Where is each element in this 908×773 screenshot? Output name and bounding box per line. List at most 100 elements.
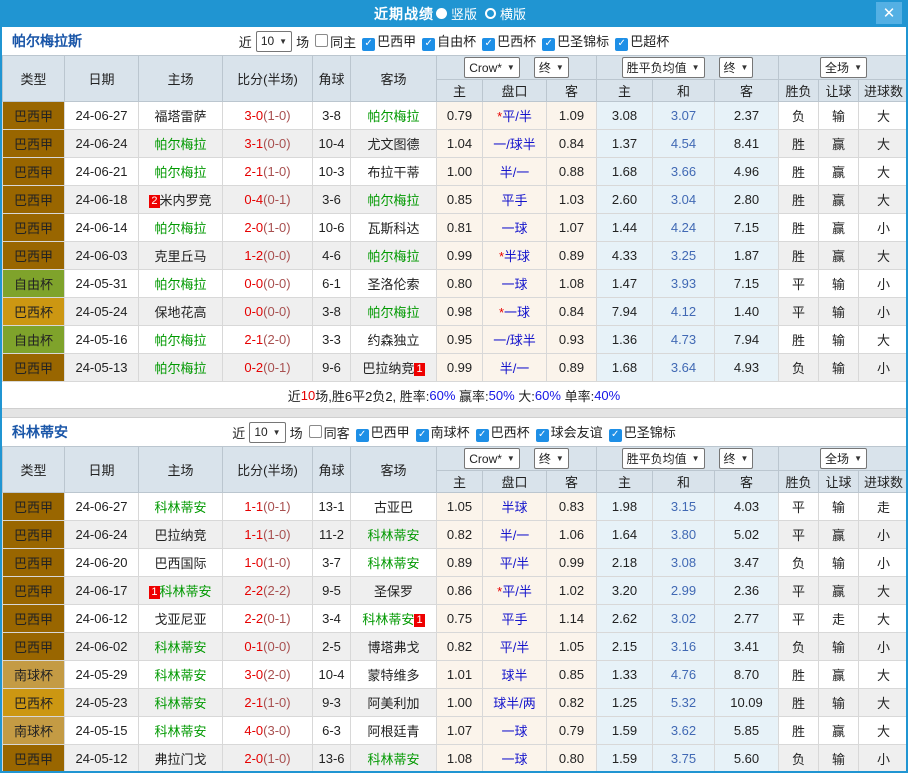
odds-away: 0.83 bbox=[547, 493, 597, 521]
league-badge: 巴西甲 bbox=[3, 242, 65, 270]
scope-select[interactable]: 全场▼ bbox=[820, 448, 867, 469]
handicap-value: 一球 bbox=[501, 221, 527, 236]
home-team: 福塔雷萨 bbox=[139, 102, 223, 130]
home-team: 1科林蒂安 bbox=[139, 577, 223, 605]
corner-count: 3-7 bbox=[313, 549, 351, 577]
match-date: 24-05-24 bbox=[65, 298, 139, 326]
fulltime-score: 2-0 bbox=[244, 751, 263, 766]
table-row: 巴西甲24-06-03克里丘马1-2(0-0)4-6帕尔梅拉0.99*半球0.8… bbox=[3, 242, 908, 270]
score: 2-2(0-1) bbox=[223, 605, 313, 633]
avg-final-select[interactable]: 终▼ bbox=[719, 57, 754, 78]
away-team: 尤文图德 bbox=[351, 130, 437, 158]
league-filter-checkbox[interactable]: ✓ bbox=[362, 38, 375, 51]
league-filter-checkbox[interactable]: ✓ bbox=[542, 38, 555, 51]
home-team: 保地花高 bbox=[139, 298, 223, 326]
score: 0-1(0-0) bbox=[223, 633, 313, 661]
away-team-name: 帕尔梅拉 bbox=[367, 109, 419, 124]
avg-source-select[interactable]: 胜平负均值▼ bbox=[622, 57, 705, 78]
home-team-name: 科林蒂安 bbox=[154, 696, 206, 711]
result-goals: 小 bbox=[859, 214, 908, 242]
league-filter-checkbox[interactable]: ✓ bbox=[422, 38, 435, 51]
col-header: 类型 bbox=[3, 56, 65, 102]
league-filter-checkbox[interactable]: ✓ bbox=[609, 429, 622, 442]
titlebar: 近期战绩 竖版横版 ✕ bbox=[2, 0, 906, 27]
away-team: 科林蒂安 bbox=[351, 549, 437, 577]
same-venue-checkbox[interactable] bbox=[315, 34, 328, 47]
summary-item-value: 50% bbox=[489, 388, 515, 403]
result-handicap: 输 bbox=[819, 689, 859, 717]
away-team-name: 圣洛伦索 bbox=[367, 277, 419, 292]
odds-source-select[interactable]: Crow*▼ bbox=[464, 57, 520, 78]
scope-select[interactable]: 全场▼ bbox=[820, 57, 867, 78]
avg-away: 4.03 bbox=[715, 493, 779, 521]
games-label: 场 bbox=[290, 423, 303, 442]
home-team: 科林蒂安 bbox=[139, 661, 223, 689]
close-button[interactable]: ✕ bbox=[876, 2, 902, 24]
odds-final-select[interactable]: 终▼ bbox=[534, 57, 569, 78]
col-header: 日期 bbox=[65, 447, 139, 493]
select-value: Crow* bbox=[469, 452, 502, 466]
corner-count: 13-1 bbox=[313, 493, 351, 521]
odds-home: 0.80 bbox=[437, 270, 483, 298]
match-date: 24-05-31 bbox=[65, 270, 139, 298]
corner-count: 3-6 bbox=[313, 186, 351, 214]
fulltime-score: 3-1 bbox=[244, 136, 263, 151]
avg-draw: 3.64 bbox=[653, 354, 715, 382]
avg-source-select[interactable]: 胜平负均值▼ bbox=[622, 448, 705, 469]
league-filter-checkbox[interactable]: ✓ bbox=[536, 429, 549, 442]
handicap-value: 平/半 bbox=[500, 556, 530, 571]
select-value: 全场 bbox=[825, 59, 849, 76]
away-team-name: 科林蒂安 bbox=[367, 556, 419, 571]
league-filter-checkbox[interactable]: ✓ bbox=[476, 429, 489, 442]
home-team-name: 帕尔梅拉 bbox=[154, 165, 206, 180]
odds-home: 0.79 bbox=[437, 102, 483, 130]
score: 1-2(0-0) bbox=[223, 242, 313, 270]
league-filter-checkbox[interactable]: ✓ bbox=[416, 429, 429, 442]
win-rate-value: 60% bbox=[429, 388, 455, 403]
odds-home: 1.08 bbox=[437, 745, 483, 773]
odds-home: 0.81 bbox=[437, 214, 483, 242]
odds-final-select[interactable]: 终▼ bbox=[534, 448, 569, 469]
halftime-score: (2-0) bbox=[263, 332, 290, 347]
avg-final-select[interactable]: 终▼ bbox=[719, 448, 754, 469]
odds-away: 1.14 bbox=[547, 605, 597, 633]
away-team: 古亚巴 bbox=[351, 493, 437, 521]
corner-count: 11-2 bbox=[313, 521, 351, 549]
chevron-down-icon: ▼ bbox=[741, 63, 749, 72]
select-value: 终 bbox=[724, 59, 736, 76]
red-card-badge: 1 bbox=[414, 614, 424, 627]
away-team-name: 尤文图德 bbox=[367, 137, 419, 152]
result-handicap: 赢 bbox=[819, 521, 859, 549]
result-wdl: 负 bbox=[779, 549, 819, 577]
score: 2-1(1-0) bbox=[223, 158, 313, 186]
home-team-name: 帕尔梅拉 bbox=[154, 361, 206, 376]
league-filter-label: 巴圣锦标 bbox=[624, 425, 676, 440]
avg-draw-value: 3.25 bbox=[671, 248, 696, 263]
col-header: 主场 bbox=[139, 56, 223, 102]
handicap-value: 半球 bbox=[504, 249, 530, 264]
col-header: 角球 bbox=[313, 56, 351, 102]
radio-option-vertical[interactable]: 竖版 bbox=[436, 4, 477, 23]
table-row: 巴西甲24-05-13帕尔梅拉0-2(0-1)9-6巴拉纳竞10.99半/一0.… bbox=[3, 354, 908, 382]
league-badge: 巴西甲 bbox=[3, 745, 65, 773]
match-count-select[interactable]: 10▼ bbox=[256, 31, 292, 52]
result-goals: 小 bbox=[859, 270, 908, 298]
avg-away: 3.41 bbox=[715, 633, 779, 661]
odds-home: 0.89 bbox=[437, 549, 483, 577]
handicap: 球半 bbox=[483, 661, 547, 689]
avg-draw: 2.99 bbox=[653, 577, 715, 605]
league-filter-checkbox[interactable]: ✓ bbox=[482, 38, 495, 51]
result-wdl: 胜 bbox=[779, 130, 819, 158]
odds-source-select[interactable]: Crow*▼ bbox=[464, 448, 520, 469]
match-count-select[interactable]: 10▼ bbox=[249, 422, 285, 443]
avg-home: 1.59 bbox=[597, 717, 653, 745]
avg-home: 1.33 bbox=[597, 661, 653, 689]
league-filter-checkbox[interactable]: ✓ bbox=[356, 429, 369, 442]
same-venue-checkbox[interactable] bbox=[309, 425, 322, 438]
table-row: 巴西甲24-06-27福塔雷萨3-0(1-0)3-8帕尔梅拉0.79*平/半1.… bbox=[3, 102, 908, 130]
league-filter-checkbox[interactable]: ✓ bbox=[615, 38, 628, 51]
fulltime-score: 2-0 bbox=[244, 220, 263, 235]
score: 3-1(0-0) bbox=[223, 130, 313, 158]
home-team-name: 帕尔梅拉 bbox=[154, 137, 206, 152]
radio-option-horizontal[interactable]: 横版 bbox=[485, 4, 526, 23]
